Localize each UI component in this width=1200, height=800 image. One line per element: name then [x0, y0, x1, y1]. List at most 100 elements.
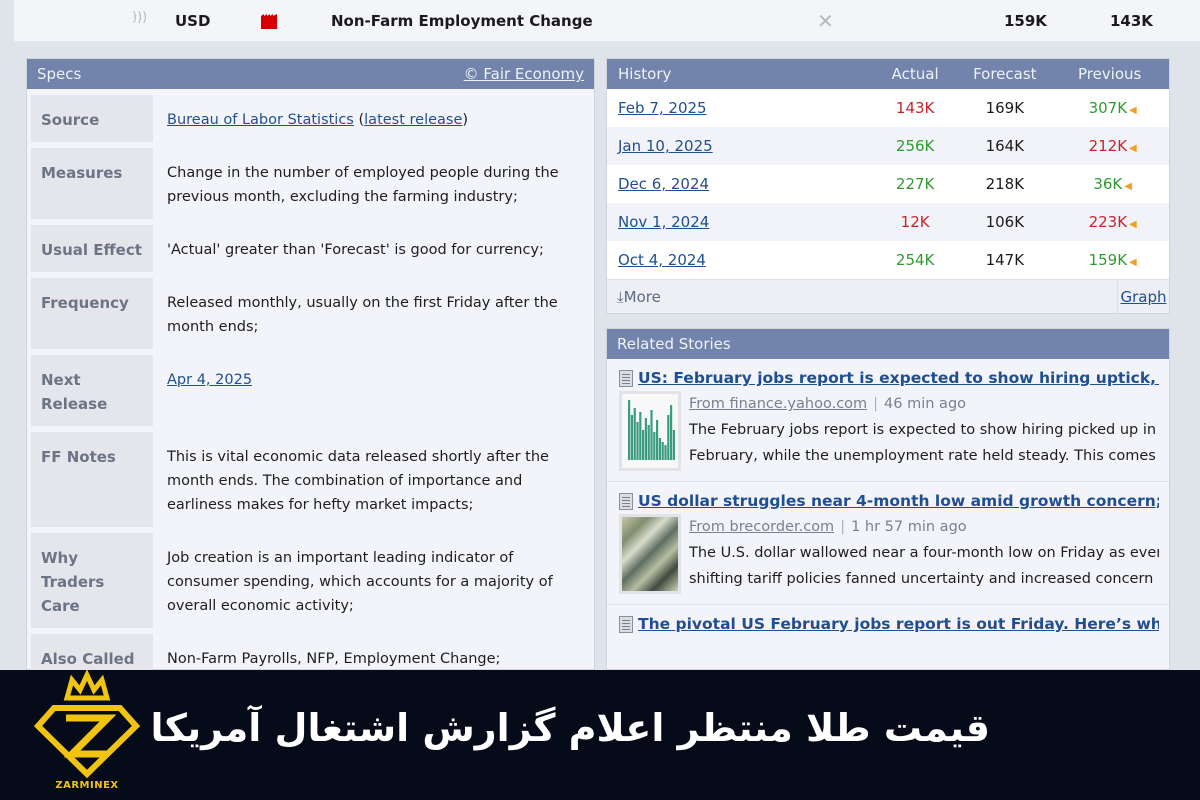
source-link[interactable]: Bureau of Labor Statistics: [167, 112, 354, 128]
spec-row-measures: Measures Change in the number of employe…: [31, 148, 594, 219]
story-thumbnail-money[interactable]: [619, 514, 681, 594]
spec-row-why-traders-care: Why Traders Care Job creation is an impo…: [31, 533, 594, 628]
history-row: Dec 6, 2024 227K 218K 36K ◀: [607, 165, 1169, 203]
next-release-link[interactable]: Apr 4, 2025: [167, 372, 252, 388]
spec-value: Released monthly, usually on the first F…: [167, 295, 558, 335]
spec-row-ff-notes: FF Notes This is vital economic data rel…: [31, 432, 594, 527]
sound-icon[interactable]: ))): [132, 10, 147, 25]
spec-row-frequency: Frequency Released monthly, usually on t…: [31, 278, 594, 349]
history-row: Feb 7, 2025 143K 169K 307K ◀: [607, 89, 1169, 127]
story-thumbnail-chart[interactable]: [619, 391, 681, 471]
spec-value: Change in the number of employed people …: [167, 165, 559, 205]
thumb-bar: [650, 410, 653, 460]
more-button[interactable]: ⤓More: [607, 280, 1117, 313]
history-date-link[interactable]: Feb 7, 2025: [618, 99, 707, 117]
thumb-bar: [656, 420, 659, 460]
spec-row-source: Source Bureau of Labor Statistics (lates…: [31, 95, 594, 142]
story-source-link[interactable]: From finance.yahoo.com: [689, 396, 867, 412]
high-impact-icon: [261, 12, 277, 29]
history-previous: 212K: [1088, 137, 1128, 155]
spec-row-next-release: Next Release Apr 4, 2025: [31, 355, 594, 426]
story-item: US dollar struggles near 4-month low ami…: [607, 482, 1169, 605]
history-actual: 143K: [877, 89, 954, 127]
thumb-bar: [630, 415, 633, 460]
spec-row-usual-effect: Usual Effect 'Actual' greater than 'Fore…: [31, 225, 594, 272]
history-actual: 254K: [877, 241, 954, 279]
story-excerpt: The February jobs report is expected to …: [689, 422, 1157, 438]
close-detail-icon[interactable]: ✕: [817, 9, 834, 33]
history-forecast: 106K: [953, 203, 1057, 241]
revised-icon: ◀: [1129, 257, 1137, 268]
story-title-link[interactable]: The pivotal US February jobs report is o…: [638, 615, 1159, 633]
graph-link[interactable]: Graph: [1120, 288, 1166, 306]
col-actual: Actual: [877, 59, 954, 89]
spec-value: Apr 4, 2025: [153, 355, 594, 426]
history-actual: 12K: [877, 203, 954, 241]
thumb-bar: [633, 408, 636, 460]
story-excerpt: shifting tariff policies fanned uncertai…: [689, 571, 1154, 587]
zarminex-logo: [32, 669, 142, 798]
thumb-bar: [667, 415, 670, 460]
graph-link-cell: Graph: [1117, 280, 1169, 313]
spec-label: Usual Effect: [31, 225, 153, 272]
article-icon: [619, 492, 633, 510]
history-title: History: [607, 59, 877, 89]
thumb-bar: [628, 400, 631, 460]
history-row: Nov 1, 2024 12K 106K 223K ◀: [607, 203, 1169, 241]
story-item: The pivotal US February jobs report is o…: [607, 605, 1169, 643]
promo-banner: ZARMINEX قیمت طلا منتظر اعلام گزارش اشتغ…: [0, 669, 1200, 800]
spec-value: 'Actual' greater than 'Forecast' is good…: [167, 242, 544, 258]
history-date-link[interactable]: Jan 10, 2025: [618, 137, 713, 155]
thumb-bar: [644, 418, 647, 460]
event-currency: USD: [175, 12, 211, 30]
story-source-link[interactable]: From brecorder.com: [689, 519, 834, 535]
history-header: History Actual Forecast Previous: [607, 59, 1169, 89]
history-actual: 256K: [877, 127, 954, 165]
history-forecast: 147K: [953, 241, 1057, 279]
history-forecast: 169K: [953, 89, 1057, 127]
history-previous-cell: 159K ◀: [1056, 241, 1169, 279]
fair-economy-link[interactable]: © Fair Economy: [464, 65, 584, 83]
specs-header: Specs © Fair Economy: [27, 59, 594, 89]
col-forecast: Forecast: [953, 59, 1057, 89]
article-icon: [619, 615, 633, 633]
event-title[interactable]: Non-Farm Employment Change: [331, 12, 593, 30]
history-previous-cell: 223K ◀: [1056, 203, 1169, 241]
story-time: 1 hr 57 min ago: [851, 519, 967, 535]
history-forecast: 218K: [953, 165, 1057, 203]
history-panel: History Actual Forecast Previous Feb 7, …: [606, 58, 1170, 314]
event-row[interactable]: ))) USD Non-Farm Employment Change ✕ 159…: [14, 0, 1200, 42]
story-time: 46 min ago: [884, 396, 967, 412]
history-previous: 307K: [1088, 99, 1128, 117]
spec-label: FF Notes: [31, 432, 153, 527]
spec-label: Measures: [31, 148, 153, 219]
revised-icon: ◀: [1129, 143, 1137, 154]
history-row: Jan 10, 2025 256K 164K 212K ◀: [607, 127, 1169, 165]
history-date-link[interactable]: Oct 4, 2024: [618, 251, 706, 269]
event-forecast: 143K: [1110, 12, 1153, 30]
thumb-bar: [642, 430, 645, 460]
related-stories-panel: Related Stories US: February jobs report…: [606, 328, 1170, 670]
history-row: Oct 4, 2024 254K 147K 159K ◀: [607, 241, 1169, 279]
revised-icon: ◀: [1129, 105, 1137, 116]
spec-label: Source: [31, 95, 153, 142]
thumb-bar: [658, 438, 661, 460]
story-title-link[interactable]: US dollar struggles near 4-month low ami…: [638, 492, 1159, 510]
story-title-link[interactable]: US: February jobs report is expected to …: [638, 369, 1159, 387]
latest-release-link[interactable]: latest release: [364, 112, 462, 128]
story-excerpt: The U.S. dollar wallowed near a four-mon…: [689, 545, 1159, 561]
revised-icon: ◀: [1124, 181, 1132, 192]
brand-name: ZARMINEX: [55, 780, 119, 791]
thumb-bar: [670, 405, 673, 460]
history-previous: 159K: [1088, 251, 1128, 269]
thumb-bar: [672, 430, 675, 460]
stories-header: Related Stories: [607, 329, 1169, 359]
thumb-bar: [664, 445, 667, 460]
banner-title: قیمت طلا منتظر اعلام گزارش اشتغال آمریکا: [150, 706, 990, 750]
history-date-link[interactable]: Nov 1, 2024: [618, 213, 709, 231]
history-previous: 36K: [1093, 175, 1123, 193]
revised-icon: ◀: [1129, 219, 1137, 230]
history-footer: ⤓More Graph: [607, 279, 1169, 313]
story-item: US: February jobs report is expected to …: [607, 359, 1169, 482]
history-date-link[interactable]: Dec 6, 2024: [618, 175, 709, 193]
